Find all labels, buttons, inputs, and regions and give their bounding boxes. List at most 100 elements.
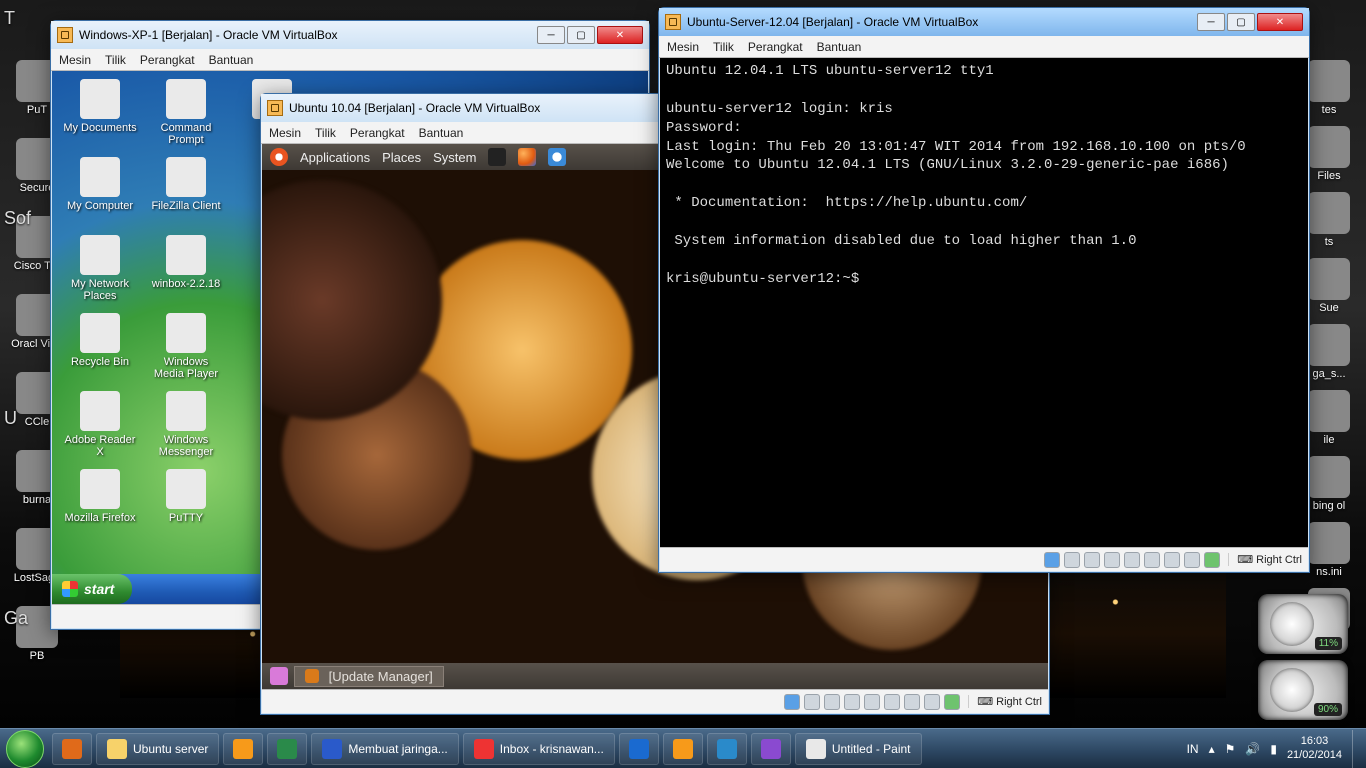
vm-window-ubuntu-server[interactable]: Ubuntu-Server-12.04 [Berjalan] - Oracle … [658,7,1310,573]
menu-bantuan[interactable]: Bantuan [419,126,464,140]
status-rec-icon[interactable] [904,694,920,710]
menu-applications[interactable]: Applications [300,150,370,165]
menu-perangkat[interactable]: Perangkat [350,126,405,140]
app-icon [1308,126,1350,168]
xp-desktop-icon[interactable]: FileZilla Client [148,157,224,212]
server-vbox-menu[interactable]: Mesin Tilik Perangkat Bantuan [659,36,1309,58]
xp-desktop-icon[interactable]: winbox-2.2.18 [148,235,224,290]
status-display-icon[interactable] [884,694,900,710]
status-hdd-icon[interactable] [1044,552,1060,568]
xp-desktop-icon[interactable]: Windows Messenger [148,391,224,458]
menu-tilik[interactable]: Tilik [713,40,734,54]
xp-title: Windows-XP-1 [Berjalan] - Oracle VM Virt… [79,28,338,42]
taskbar-item[interactable] [52,733,92,765]
taskbar-item[interactable] [707,733,747,765]
status-net-icon[interactable] [824,694,840,710]
status-indicator-icon[interactable] [1204,552,1220,568]
status-mouse-icon[interactable] [924,694,940,710]
taskbar-item[interactable] [267,733,307,765]
start-button[interactable] [6,730,44,768]
firefox-launcher-icon[interactable] [518,148,536,166]
taskbar-item[interactable] [751,733,791,765]
menu-bantuan[interactable]: Bantuan [817,40,862,54]
menu-bantuan[interactable]: Bantuan [209,53,254,67]
tray-chevron-icon[interactable]: ▴ [1209,742,1215,756]
status-shared-icon[interactable] [864,694,880,710]
show-desktop-button[interactable] [1352,730,1360,768]
virtualbox-icon [665,14,681,30]
xp-desktop-icon[interactable]: PuTTY [148,469,224,524]
server-terminal[interactable]: Ubuntu 12.04.1 LTS ubuntu-server12 tty1 … [660,58,1308,547]
status-rec-icon[interactable] [1164,552,1180,568]
xp-titlebar[interactable]: Windows-XP-1 [Berjalan] - Oracle VM Virt… [51,21,649,49]
taskbar-item[interactable]: Membuat jaringa... [311,733,458,765]
desktop-group-label: T [4,8,15,29]
taskbar-item[interactable]: Ubuntu server [96,733,219,765]
xp-desktop-icon[interactable]: Windows Media Player [148,313,224,380]
status-cd-icon[interactable] [804,694,820,710]
minimize-button[interactable]: ─ [1197,13,1225,31]
menu-mesin[interactable]: Mesin [269,126,301,140]
tray-volume-icon[interactable]: 🔊 [1245,742,1260,756]
help-launcher-icon[interactable] [548,148,566,166]
xp-vbox-menu[interactable]: Mesin Tilik Perangkat Bantuan [51,49,649,71]
xp-desktop-icon[interactable]: Mozilla Firefox [62,469,138,524]
menu-system[interactable]: System [433,150,476,165]
system-tray[interactable]: IN ▴ ⚑ 🔊 ▮ 16:03 21/02/2014 [1181,730,1366,768]
close-button[interactable]: ✕ [1257,13,1303,31]
taskbar-item[interactable] [663,733,703,765]
menu-perangkat[interactable]: Perangkat [140,53,195,67]
icon-label: My Computer [62,200,138,212]
taskbar-item[interactable]: Untitled - Paint [795,733,922,765]
status-cd-icon[interactable] [1064,552,1080,568]
status-net-icon[interactable] [1084,552,1100,568]
server-titlebar[interactable]: Ubuntu-Server-12.04 [Berjalan] - Oracle … [659,8,1309,36]
xp-desktop-icon[interactable]: Recycle Bin [62,313,138,368]
minimize-button[interactable]: ─ [537,26,565,44]
xp-desktop-icon[interactable]: My Computer [62,157,138,212]
host-taskbar[interactable]: Ubuntu server Membuat jaringa...Inbox - k… [0,728,1366,768]
menu-mesin[interactable]: Mesin [667,40,699,54]
terminal-launcher-icon[interactable] [488,148,506,166]
status-mouse-icon[interactable] [1184,552,1200,568]
status-display-icon[interactable] [1144,552,1160,568]
taskbar-item[interactable]: Inbox - krisnawan... [463,733,615,765]
xp-desktop-icon[interactable]: My Network Places [62,235,138,302]
tray-battery-icon[interactable]: ▮ [1270,742,1277,756]
cpu-meter-gadget[interactable]: 11% [1258,594,1348,654]
tray-flag-icon[interactable]: ⚑ [1225,742,1236,756]
icon-label: PB [2,650,72,662]
cpu-percent: 11% [1315,637,1342,650]
ubuntu-logo-icon[interactable] [270,148,288,166]
virtualbox-icon [57,27,73,43]
maximize-button[interactable]: ▢ [1227,13,1255,31]
xp-start-button[interactable]: start [52,574,132,604]
show-desktop-icon[interactable] [270,667,288,685]
xp-desktop-icon[interactable]: Command Prompt [148,79,224,146]
menu-perangkat[interactable]: Perangkat [748,40,803,54]
menu-places[interactable]: Places [382,150,421,165]
app-icon [1308,324,1350,366]
taskbar-item[interactable] [619,733,659,765]
cpu-dial [1270,602,1314,646]
taskbar-item[interactable] [223,733,263,765]
status-usb-icon[interactable] [1104,552,1120,568]
status-hdd-icon[interactable] [784,694,800,710]
clock-date: 21/02/2014 [1287,749,1342,762]
icon-label: Windows Messenger [148,434,224,458]
status-indicator-icon[interactable] [944,694,960,710]
taskbar-clock[interactable]: 16:03 21/02/2014 [1287,735,1342,761]
menu-tilik[interactable]: Tilik [105,53,126,67]
status-usb-icon[interactable] [844,694,860,710]
menu-mesin[interactable]: Mesin [59,53,91,67]
xp-desktop-icon[interactable]: Adobe Reader X [62,391,138,458]
status-shared-icon[interactable] [1124,552,1140,568]
gnome-bottom-panel[interactable]: [Update Manager] [262,663,1048,689]
taskbar-update-manager[interactable]: [Update Manager] [294,666,444,687]
close-button[interactable]: ✕ [597,26,643,44]
xp-desktop-icon[interactable]: My Documents [62,79,138,134]
maximize-button[interactable]: ▢ [567,26,595,44]
language-indicator[interactable]: IN [1187,742,1199,756]
menu-tilik[interactable]: Tilik [315,126,336,140]
network-meter-gadget[interactable]: 90% [1258,660,1348,720]
